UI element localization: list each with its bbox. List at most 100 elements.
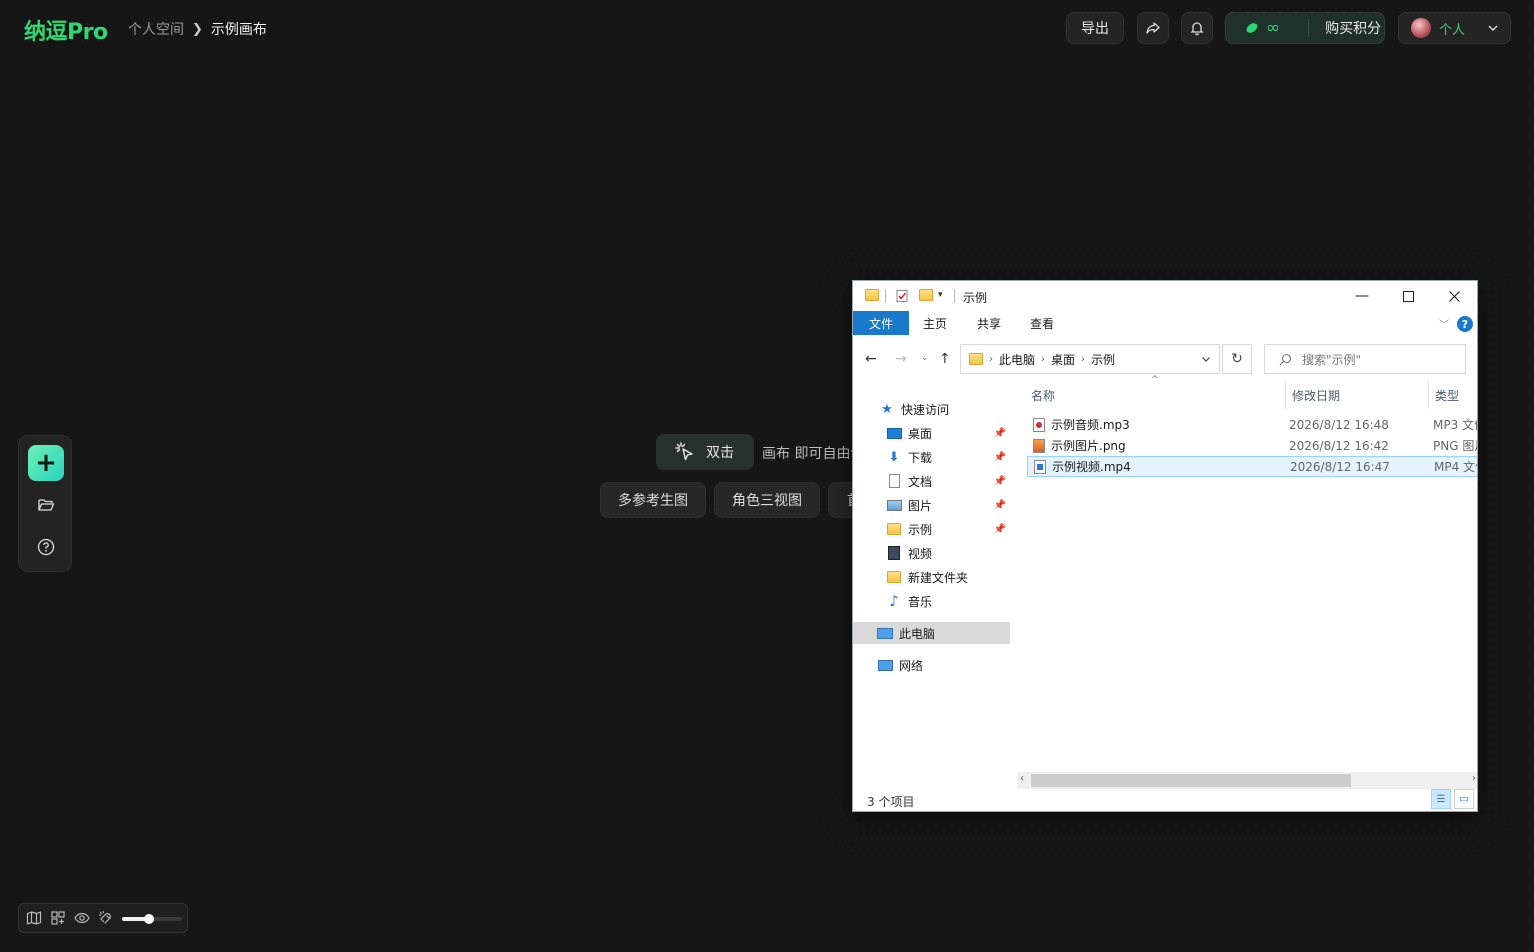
tree-item-example[interactable]: 示例 📌: [853, 518, 1010, 540]
column-type[interactable]: 类型: [1428, 381, 1477, 409]
pin-icon[interactable]: 📌: [994, 500, 1006, 511]
app-logo[interactable]: 纳逗Pro: [24, 14, 108, 46]
music-icon: ♪: [889, 592, 899, 610]
tree-item-downloads[interactable]: ⬇ 下载 📌: [853, 446, 1010, 468]
file-row[interactable]: 示例视频.mp4 2026/8/12 16:47 MP4 文件: [1027, 456, 1477, 477]
scrollbar-thumb[interactable]: [1031, 774, 1351, 787]
file-type: PNG 图片文件: [1433, 439, 1477, 453]
tab-file[interactable]: 文件: [853, 311, 909, 335]
up-arrow-icon[interactable]: ↑: [939, 351, 951, 367]
open-folder-button[interactable]: [35, 494, 57, 516]
share-button[interactable]: [1137, 12, 1169, 44]
tree-item-desktop[interactable]: 桌面 📌: [853, 422, 1010, 444]
column-date-modified[interactable]: 修改日期: [1285, 381, 1428, 409]
chevron-down-icon[interactable]: [1201, 354, 1211, 364]
column-name[interactable]: 名称: [1025, 381, 1285, 409]
tab-share[interactable]: 共享: [967, 311, 1011, 335]
column-headers: ^ 名称 修改日期 类型: [1025, 375, 1477, 409]
minimize-button[interactable]: —: [1339, 285, 1385, 307]
tree-item-music[interactable]: ♪ 音乐: [853, 590, 1010, 612]
document-icon: [886, 474, 902, 488]
file-name: 示例视频.mp4: [1052, 460, 1131, 474]
search-input[interactable]: 搜索"示例": [1264, 344, 1466, 374]
export-button[interactable]: 导出: [1066, 12, 1124, 44]
tree-item-new-folder[interactable]: 新建文件夹: [853, 566, 1010, 588]
desktop-icon: [886, 426, 902, 440]
zoom-slider[interactable]: [122, 914, 182, 924]
double-click-hint: 双击: [656, 434, 754, 470]
refresh-button[interactable]: ↻: [1222, 344, 1252, 374]
file-explorer-window[interactable]: ▾ 示例 — 文件 主页 共享 查看 ﹀ ? ← → ⌄ ↑ › 此电脑 › 桌…: [852, 280, 1478, 812]
plus-icon: +: [35, 448, 57, 478]
tree-item-label: 图片: [908, 498, 933, 513]
tab-home[interactable]: 主页: [913, 311, 957, 335]
tree-item-pictures[interactable]: 图片 📌: [853, 494, 1010, 516]
recent-locations-icon[interactable]: ⌄: [921, 353, 929, 363]
breadcrumb: 个人空间 ❯ 示例画布: [128, 19, 267, 39]
scroll-left-icon[interactable]: ‹: [1020, 773, 1024, 784]
map-icon[interactable]: [26, 910, 42, 926]
audio-file-icon: [1033, 417, 1045, 432]
tree-item-documents[interactable]: 文档 📌: [853, 470, 1010, 492]
help-button[interactable]: [35, 536, 57, 558]
download-icon: ⬇: [888, 449, 900, 465]
pin-icon[interactable]: 📌: [994, 476, 1006, 487]
folder-icon: [865, 289, 879, 301]
new-folder-icon[interactable]: [919, 289, 933, 301]
path-example[interactable]: 示例: [1091, 351, 1115, 368]
forward-arrow-icon[interactable]: →: [895, 351, 907, 367]
file-date: 2026/8/12 16:47: [1290, 459, 1390, 474]
zoom-handle[interactable]: [144, 914, 154, 924]
details-view-button[interactable]: ☰: [1431, 789, 1451, 809]
back-arrow-icon[interactable]: ←: [865, 351, 877, 367]
address-bar[interactable]: › 此电脑 › 桌面 › 示例: [960, 344, 1220, 374]
large-icons-view-button[interactable]: ▭: [1454, 789, 1474, 809]
tree-item-network[interactable]: 网络: [853, 654, 1010, 676]
eye-icon[interactable]: [74, 910, 90, 926]
tree-item-videos[interactable]: 视频: [853, 542, 1010, 564]
large-icons-view-icon: ▭: [1459, 793, 1469, 805]
close-button[interactable]: [1431, 285, 1477, 307]
tab-view[interactable]: 查看: [1020, 311, 1064, 335]
video-file-icon: [1034, 459, 1046, 474]
double-click-label: 双击: [706, 445, 734, 461]
scroll-right-icon[interactable]: ›: [1472, 773, 1476, 784]
tree-item-label: 下载: [908, 450, 933, 465]
maximize-icon: [1402, 290, 1414, 302]
pin-icon[interactable]: 📌: [994, 524, 1006, 535]
file-row[interactable]: 示例图片.png 2026/8/12 16:42 PNG 图片文件: [1027, 435, 1477, 456]
path-this-pc[interactable]: 此电脑: [999, 351, 1035, 368]
chip-character-three-view[interactable]: 角色三视图: [714, 482, 820, 518]
add-node-button[interactable]: +: [28, 445, 64, 481]
grid-icon[interactable]: [50, 910, 66, 926]
pin-icon[interactable]: 📌: [994, 428, 1006, 439]
window-title: 示例: [963, 291, 988, 305]
user-menu-button[interactable]: 个人: [1398, 12, 1511, 44]
tree-item-quick-access[interactable]: ★ 快速访问: [853, 398, 1010, 420]
breadcrumb-personal-space[interactable]: 个人空间: [128, 19, 184, 39]
divider: [1308, 19, 1310, 37]
pin-icon[interactable]: 📌: [994, 452, 1006, 463]
left-toolbar: +: [18, 435, 72, 572]
expand-ribbon-icon[interactable]: ﹀: [1439, 316, 1449, 331]
maximize-button[interactable]: [1385, 285, 1431, 307]
file-name: 示例图片.png: [1051, 439, 1126, 453]
tree-item-this-pc[interactable]: 此电脑: [853, 622, 1010, 644]
breadcrumb-canvas[interactable]: 示例画布: [211, 19, 267, 39]
path-desktop[interactable]: 桌面: [1051, 351, 1075, 368]
properties-icon[interactable]: [895, 289, 909, 303]
star-icon: ★: [881, 401, 893, 417]
notification-button[interactable]: [1181, 12, 1213, 44]
horizontal-scrollbar[interactable]: ‹ ›: [1017, 772, 1477, 789]
credits-button[interactable]: ∞ 购买积分: [1225, 12, 1385, 44]
bell-icon: [1190, 22, 1204, 36]
chip-multi-reference[interactable]: 多参考生图: [600, 482, 706, 518]
avatar: [1411, 18, 1431, 38]
magnet-icon[interactable]: [98, 910, 114, 926]
help-icon[interactable]: ?: [1457, 316, 1473, 332]
file-row[interactable]: 示例音频.mp3 2026/8/12 16:48 MP3 文件: [1027, 414, 1477, 435]
chevron-right-icon: ›: [989, 353, 993, 365]
customize-quick-access-icon[interactable]: ▾: [938, 290, 952, 304]
explorer-title-bar[interactable]: ▾ 示例 —: [853, 281, 1477, 311]
top-bar: 纳逗Pro 个人空间 ❯ 示例画布 导出 ∞ 购买积分 个人: [0, 0, 1534, 56]
